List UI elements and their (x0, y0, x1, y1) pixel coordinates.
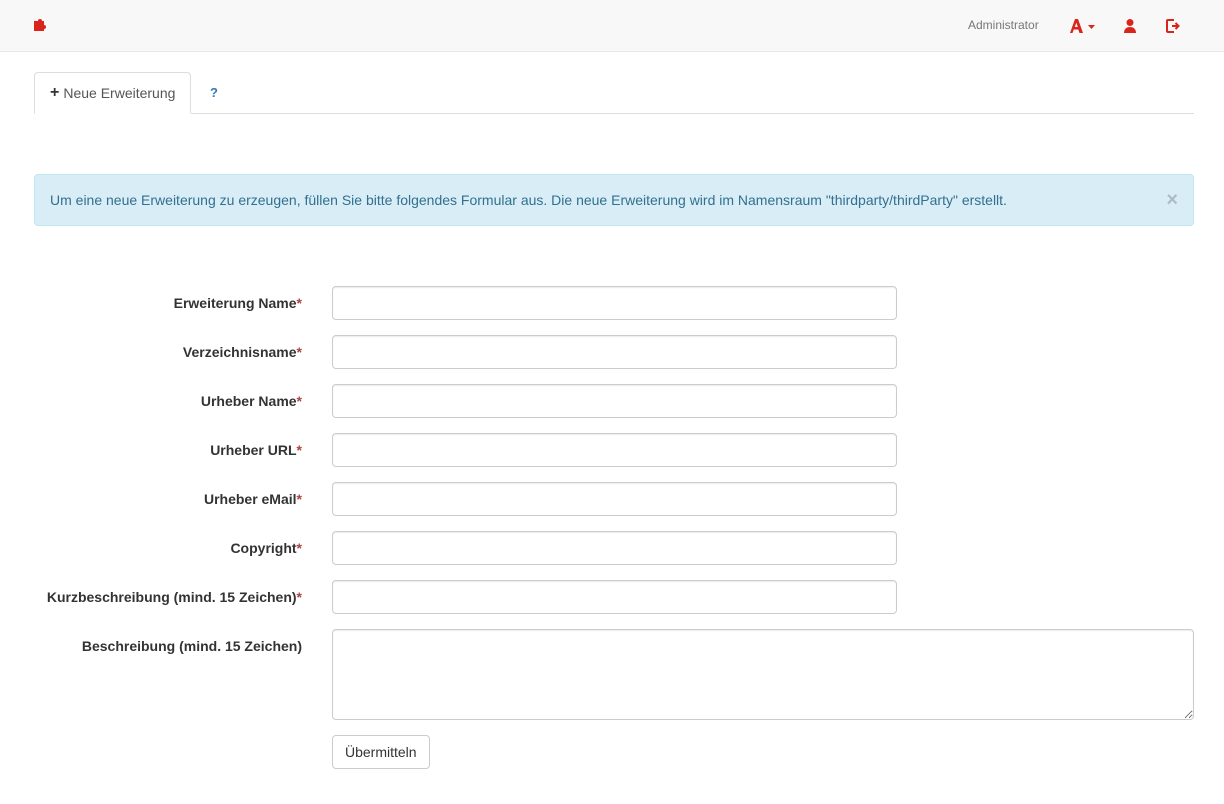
directory-name-label: Verzeichnisname* (182, 344, 302, 360)
extension-name-input[interactable] (332, 286, 897, 320)
tab-new-extension[interactable]: + Neue Erweiterung (34, 72, 192, 114)
author-name-label: Urheber Name* (200, 393, 302, 409)
plus-icon: + (50, 84, 60, 101)
copyright-input[interactable] (332, 531, 897, 565)
current-user-label[interactable]: Administrator (968, 17, 1039, 33)
top-navbar: Administrator (0, 0, 1224, 52)
puzzle-icon[interactable] (32, 16, 50, 34)
author-email-input[interactable] (332, 482, 897, 516)
author-url-input[interactable] (332, 433, 897, 467)
user-profile-icon[interactable] (1123, 17, 1137, 35)
info-alert: Um eine neue Erweiterung zu erzeugen, fü… (34, 174, 1194, 226)
short-description-input[interactable] (332, 580, 897, 614)
short-description-label: Kurzbeschreibung (mind. 15 Zeichen)* (46, 589, 302, 605)
close-icon[interactable]: × (1166, 190, 1178, 210)
alert-message: Um eine neue Erweiterung zu erzeugen, fü… (50, 192, 1007, 208)
description-label: Beschreibung (mind. 15 Zeichen) (81, 638, 302, 654)
tab-help[interactable]: ? (210, 85, 218, 100)
logout-icon[interactable] (1165, 17, 1181, 35)
description-textarea[interactable] (332, 629, 1194, 720)
extension-name-label: Erweiterung Name* (173, 295, 302, 311)
submit-button[interactable]: Übermitteln (332, 735, 430, 769)
language-dropdown-icon[interactable] (1069, 17, 1097, 35)
author-email-label: Urheber eMail* (203, 491, 302, 507)
author-url-label: Urheber URL* (210, 442, 302, 458)
directory-name-input[interactable] (332, 335, 897, 369)
copyright-label: Copyright* (230, 540, 302, 556)
tab-bar: + Neue Erweiterung ? (34, 72, 1194, 114)
author-name-input[interactable] (332, 384, 897, 418)
tab-new-extension-label: Neue Erweiterung (63, 85, 176, 101)
